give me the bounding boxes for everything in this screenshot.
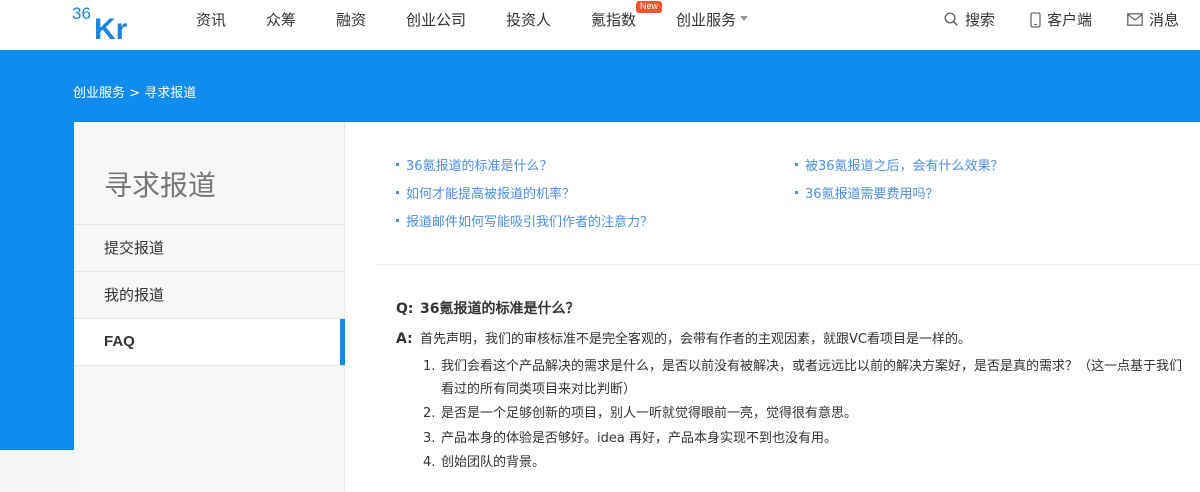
mobile-phone-icon [1030, 11, 1041, 28]
envelope-icon [1127, 13, 1143, 26]
nav-label: 氪指数 [591, 11, 637, 29]
svg-text:36: 36 [72, 4, 91, 23]
new-badge: New [636, 1, 663, 13]
sidebar-item-faq[interactable]: FAQ [74, 319, 345, 365]
faq-link-report-fee[interactable]: 36氪报道需要费用吗？ [795, 183, 939, 202]
point-number: 2. [423, 406, 436, 421]
point-number: 1. [423, 359, 436, 374]
answer-point-1: 1. 我们会看这个产品解决的需求是什么，是否以前没有被解决，或者远远比以前的解决方… [423, 355, 1193, 401]
point-text: 产品本身的体验是否够好。idea 再好，产品本身实现不到也没有用。 [441, 431, 837, 446]
point-text: 我们会看这个产品解决的需求是什么，是否以前没有被解决，或者远远比以前的解决方案好… [441, 359, 1183, 374]
messages-label: 消息 [1149, 11, 1180, 29]
sidebar-item-label: 我的报道 [104, 286, 165, 304]
nav-item-crowdfunding[interactable]: 众筹 [266, 0, 296, 40]
question-label: Q: [396, 301, 414, 317]
sidebar-item-label: FAQ [104, 333, 135, 350]
section-divider [375, 264, 1200, 265]
sidebar-item-submit-report[interactable]: 提交报道 [74, 225, 344, 271]
faq-link-text: 36氪报道的标准是什么？ [406, 159, 553, 174]
bullet-icon [396, 191, 399, 194]
nav-item-kr-index[interactable]: 氪指数 New [591, 0, 663, 40]
point-number: 3. [423, 431, 436, 446]
messages-button[interactable]: 消息 [1127, 0, 1179, 40]
faq-link-improve-chance[interactable]: 如何才能提高被报道的机率？ [396, 183, 575, 202]
client-label: 客户端 [1047, 11, 1093, 29]
client-app-button[interactable]: 客户端 [1030, 0, 1092, 40]
logo-36kr[interactable]: 36 Kr [72, 2, 142, 42]
nav-label: 众筹 [266, 11, 297, 29]
answer-row: A: 首先声明，我们的审核标准不是完全客观的，会带有作者的主观因素，就跟VC看项目… [396, 328, 971, 347]
sidebar: 寻求报道 提交报道 我的报道 FAQ [74, 122, 345, 492]
sidebar-item-label: 提交报道 [104, 239, 165, 257]
bullet-icon [795, 163, 798, 166]
svg-text:Kr: Kr [94, 13, 128, 42]
nav-label: 融资 [336, 11, 367, 29]
sidebar-item-my-reports[interactable]: 我的报道 [74, 272, 344, 318]
search-label: 搜索 [965, 11, 996, 29]
logo-icon: 36 Kr [72, 4, 128, 42]
faq-link-text: 被36氪报道之后，会有什么效果？ [805, 159, 1004, 174]
faq-link-report-standard[interactable]: 36氪报道的标准是什么？ [396, 155, 553, 174]
nav-item-startup-services[interactable]: 创业服务 [676, 0, 749, 40]
chevron-down-icon [740, 16, 749, 21]
nav-label: 创业服务 [676, 11, 737, 29]
point-number: 4. [423, 455, 436, 470]
nav-label: 资讯 [196, 11, 227, 29]
answer-text: 首先声明，我们的审核标准不是完全客观的，会带有作者的主观因素，就跟VC看项目是一… [420, 332, 971, 347]
breadcrumb: 创业服务 > 寻求报道 [73, 82, 196, 101]
answer-point-2: 2. 是否是一个足够创新的项目，别人一听就觉得眼前一亮，觉得很有意思。 [423, 402, 857, 425]
bullet-icon [396, 219, 399, 222]
sidebar-title: 寻求报道 [104, 169, 217, 202]
question-row: Q: 36氪报道的标准是什么？ [396, 298, 579, 318]
breadcrumb-separator: > [129, 86, 141, 101]
answer-point-4: 4. 创始团队的背景。 [423, 451, 545, 474]
nav-item-financing[interactable]: 融资 [336, 0, 366, 40]
faq-link-text: 报道邮件如何写能吸引我们作者的注意力？ [406, 215, 654, 230]
point-text: 创始团队的背景。 [441, 455, 546, 470]
faq-link-report-effect[interactable]: 被36氪报道之后，会有什么效果？ [795, 155, 1004, 174]
breadcrumb-current: 寻求报道 [144, 86, 197, 101]
sidebar-divider [74, 365, 344, 366]
faq-link-email-tips[interactable]: 报道邮件如何写能吸引我们作者的注意力？ [396, 211, 653, 230]
nav-item-news[interactable]: 资讯 [196, 0, 226, 40]
nav-label: 创业公司 [406, 11, 467, 29]
faq-link-text: 如何才能提高被报道的机率？ [406, 187, 576, 202]
breadcrumb-parent-link[interactable]: 创业服务 [73, 86, 125, 101]
top-header: 36 Kr 资讯 众筹 融资 创业公司 投资人 氪指数 New 创业服务 搜索 … [0, 0, 1200, 50]
point-text: 是否是一个足够创新的项目，别人一听就觉得眼前一亮，觉得很有意思。 [441, 406, 858, 421]
search-icon [944, 12, 959, 27]
point-text-continued: 看过的所有同类项目来对比判断） [441, 382, 637, 397]
nav-item-startups[interactable]: 创业公司 [406, 0, 466, 40]
question-text: 36氪报道的标准是什么？ [420, 301, 580, 317]
faq-link-text: 36氪报道需要费用吗？ [805, 187, 939, 202]
nav-label: 投资人 [506, 11, 552, 29]
nav-item-investors[interactable]: 投资人 [506, 0, 551, 40]
search-button[interactable]: 搜索 [944, 0, 995, 40]
answer-label: A: [396, 331, 413, 347]
bullet-icon [795, 191, 798, 194]
bullet-icon [396, 163, 399, 166]
answer-point-3: 3. 产品本身的体验是否够好。idea 再好，产品本身实现不到也没有用。 [423, 427, 837, 450]
